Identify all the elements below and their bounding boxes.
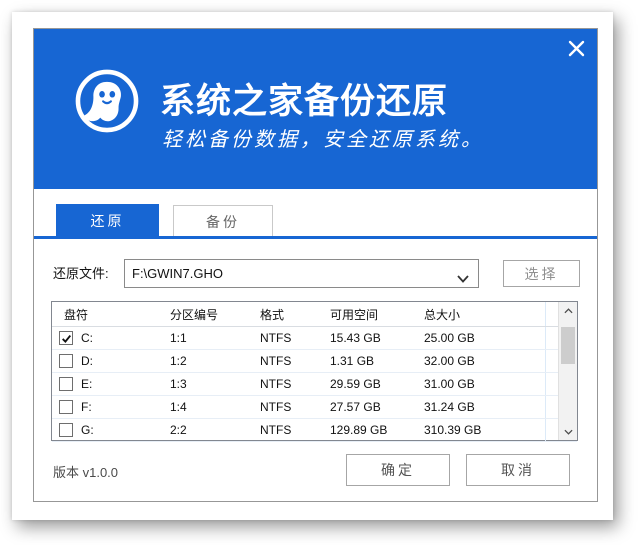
cell-drive: G: xyxy=(81,423,94,437)
cell-free: 15.43 GB xyxy=(330,327,424,349)
cell-partition: 2:2 xyxy=(170,419,260,441)
cell-free: 29.59 GB xyxy=(330,373,424,395)
cell-format: NTFS xyxy=(260,350,330,372)
cell-partition: 1:1 xyxy=(170,327,260,349)
vertical-scrollbar[interactable] xyxy=(558,302,577,440)
column-header-drive[interactable]: 盘符 xyxy=(52,302,170,326)
chevron-down-icon xyxy=(564,429,573,435)
checkmark-icon xyxy=(61,333,72,344)
column-header-format[interactable]: 格式 xyxy=(260,302,330,326)
table-row[interactable]: F: 1:4 NTFS 27.57 GB 31.24 GB xyxy=(52,396,577,419)
cell-free: 27.57 GB xyxy=(330,396,424,418)
cell-drive: C: xyxy=(81,331,93,345)
cell-total: 25.00 GB xyxy=(424,327,545,349)
tab-restore[interactable]: 还原 xyxy=(56,204,159,237)
row-checkbox[interactable] xyxy=(59,400,73,414)
cell-drive: E: xyxy=(81,377,92,391)
cell-drive: D: xyxy=(81,354,93,368)
restore-file-label: 还原文件: xyxy=(53,259,109,288)
cell-format: NTFS xyxy=(260,419,330,441)
column-header-free[interactable]: 可用空间 xyxy=(330,302,424,326)
cell-partition: 1:4 xyxy=(170,396,260,418)
cancel-button[interactable]: 取消 xyxy=(466,454,570,486)
tab-underline xyxy=(34,236,597,239)
cell-free: 129.89 GB xyxy=(330,419,424,441)
ghost-logo-icon xyxy=(73,67,141,135)
cell-partition: 1:3 xyxy=(170,373,260,395)
table-row[interactable]: D: 1:2 NTFS 1.31 GB 32.00 GB xyxy=(52,350,577,373)
table-row[interactable]: C: 1:1 NTFS 15.43 GB 25.00 GB xyxy=(52,327,577,350)
app-subtitle: 轻松备份数据，安全还原系统。 xyxy=(162,123,484,152)
column-header-total[interactable]: 总大小 xyxy=(424,302,545,326)
tab-backup[interactable]: 备份 xyxy=(173,205,273,237)
ok-button[interactable]: 确定 xyxy=(346,454,450,486)
cell-format: NTFS xyxy=(260,373,330,395)
row-checkbox[interactable] xyxy=(59,423,73,437)
chevron-down-icon xyxy=(457,270,469,288)
app-window: 系统之家备份还原 轻松备份数据，安全还原系统。 还原 备份 还原文件: F:\G… xyxy=(33,28,598,502)
restore-file-combobox[interactable]: F:\GWIN7.GHO xyxy=(124,259,479,288)
chevron-up-icon xyxy=(564,308,573,314)
restore-file-value: F:\GWIN7.GHO xyxy=(132,260,223,287)
table-header-row: 盘符 分区编号 格式 可用空间 总大小 xyxy=(52,302,577,327)
cell-total: 31.00 GB xyxy=(424,373,545,395)
close-button[interactable] xyxy=(564,39,588,63)
scroll-down-button[interactable] xyxy=(559,423,578,440)
cell-total: 31.24 GB xyxy=(424,396,545,418)
row-checkbox[interactable] xyxy=(59,331,73,345)
cell-format: NTFS xyxy=(260,327,330,349)
cell-free: 1.31 GB xyxy=(330,350,424,372)
table-row[interactable]: G: 2:2 NTFS 129.89 GB 310.39 GB xyxy=(52,419,577,442)
partition-table: 盘符 分区编号 格式 可用空间 总大小 C: 1:1 NTFS xyxy=(51,301,578,441)
cell-drive: F: xyxy=(81,400,92,414)
cell-format: NTFS xyxy=(260,396,330,418)
column-header-filler xyxy=(545,302,559,326)
cell-total: 32.00 GB xyxy=(424,350,545,372)
window-card: 系统之家备份还原 轻松备份数据，安全还原系统。 还原 备份 还原文件: F:\G… xyxy=(12,12,613,520)
scroll-up-button[interactable] xyxy=(559,302,578,319)
column-header-partition[interactable]: 分区编号 xyxy=(170,302,260,326)
cell-total: 310.39 GB xyxy=(424,419,545,441)
app-header: 系统之家备份还原 轻松备份数据，安全还原系统。 xyxy=(34,29,597,189)
table-row[interactable]: E: 1:3 NTFS 29.59 GB 31.00 GB xyxy=(52,373,577,396)
row-checkbox[interactable] xyxy=(59,377,73,391)
row-checkbox[interactable] xyxy=(59,354,73,368)
version-label: 版本 v1.0.0 xyxy=(53,462,118,481)
app-title: 系统之家备份还原 xyxy=(160,73,448,124)
close-icon xyxy=(567,39,586,63)
screen: 系统之家备份还原 轻松备份数据，安全还原系统。 还原 备份 还原文件: F:\G… xyxy=(0,0,640,545)
scroll-thumb[interactable] xyxy=(561,327,575,364)
cell-partition: 1:2 xyxy=(170,350,260,372)
select-button[interactable]: 选择 xyxy=(503,260,580,287)
